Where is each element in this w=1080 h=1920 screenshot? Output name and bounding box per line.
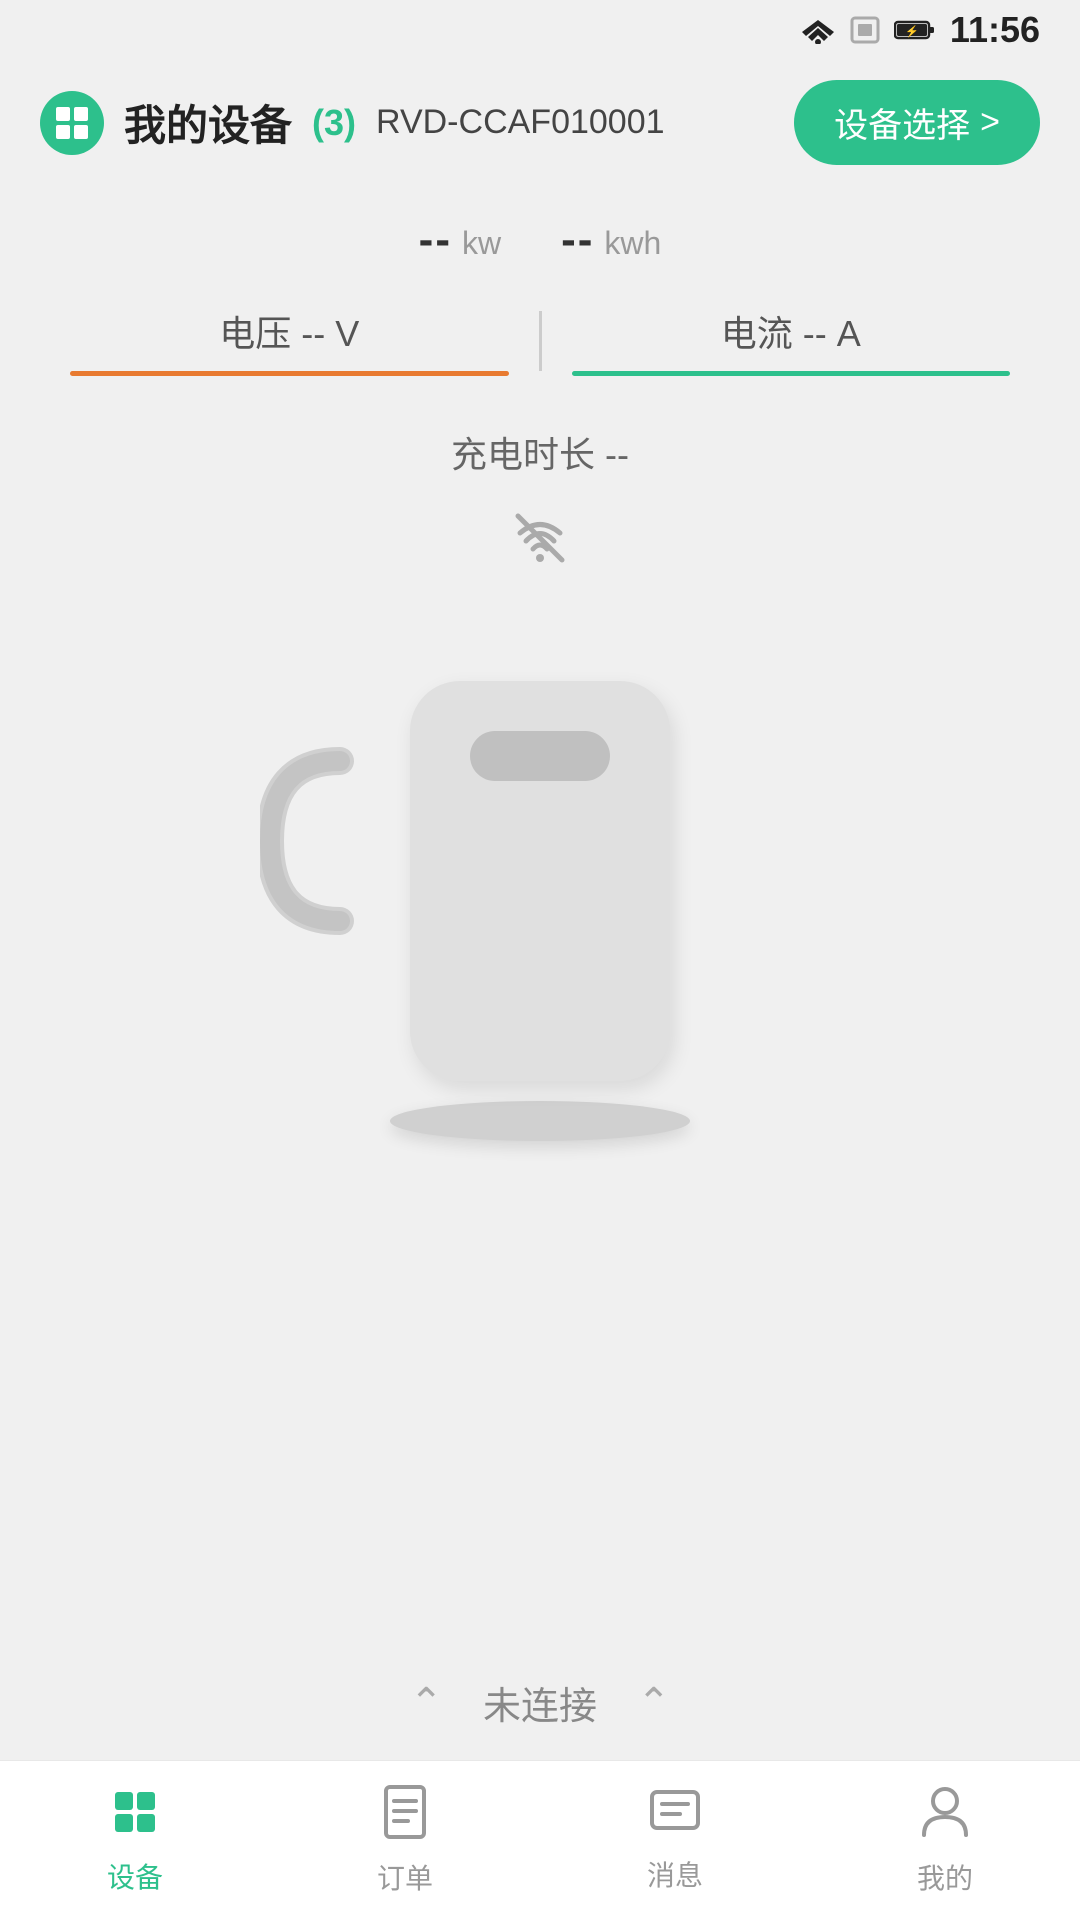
no-wifi-container [510, 508, 570, 581]
device-id: RVD-CCAF010001 [376, 103, 774, 142]
vc-row: 电压 -- V 电流 -- A [40, 305, 1040, 376]
bottom-nav: 设备 订单 消息 [0, 1760, 1080, 1920]
no-wifi-icon [510, 508, 570, 568]
status-time: 11:56 [950, 9, 1040, 51]
chevron-left-icon: ⌃ [409, 1683, 443, 1723]
charger-container [350, 641, 730, 1141]
device-nav-label: 设备 [107, 1856, 163, 1896]
charger-cable-svg [260, 741, 360, 941]
nav-item-device[interactable]: 设备 [0, 1770, 270, 1912]
power-row: -- kw -- kwh [419, 215, 662, 265]
charger-body [410, 681, 670, 1081]
voltage-item: 电压 -- V [40, 305, 539, 376]
battery-icon: ⚡ [894, 18, 936, 42]
voltage-label: 电压 -- V [219, 305, 359, 357]
message-icon-svg [648, 1788, 702, 1836]
current-item: 电流 -- A [542, 305, 1041, 376]
message-nav-icon [648, 1788, 702, 1844]
current-label: 电流 -- A [721, 305, 861, 357]
avatar-icon [52, 103, 92, 143]
power-kwh: -- kwh [561, 215, 661, 265]
power-kw-unit: kw [462, 225, 501, 262]
voltage-underline [70, 371, 509, 376]
power-kwh-value: -- [561, 215, 594, 265]
device-icon-svg [109, 1786, 161, 1838]
device-nav-icon [109, 1786, 161, 1846]
order-nav-icon [380, 1785, 430, 1847]
power-kw-value: -- [419, 215, 452, 265]
status-icons: ⚡ 11:56 [800, 9, 1040, 51]
avatar [40, 91, 104, 155]
main-content: -- kw -- kwh 电压 -- V 电流 -- A 充电时长 -- [0, 185, 1080, 1141]
order-nav-label: 订单 [377, 1857, 433, 1897]
charging-time: 充电时长 -- [451, 426, 629, 478]
device-count: (3) [312, 102, 356, 144]
svg-text:⚡: ⚡ [905, 25, 919, 38]
charger-handle [260, 741, 360, 941]
chevron-right-icon: ⌃ [637, 1683, 671, 1723]
connection-status-text: 未连接 [483, 1675, 597, 1730]
current-underline [572, 371, 1011, 376]
message-nav-label: 消息 [647, 1854, 703, 1894]
charger-illustration [350, 641, 730, 1121]
mine-nav-label: 我的 [917, 1857, 973, 1897]
status-bar: ⚡ 11:56 [0, 0, 1080, 60]
charger-screen [470, 731, 610, 781]
wifi-icon [800, 16, 836, 44]
header-title: 我的设备 [124, 92, 292, 153]
nav-item-order[interactable]: 订单 [270, 1769, 540, 1913]
power-kw: -- kw [419, 215, 501, 265]
header: 我的设备 (3) RVD-CCAF010001 设备选择 > [0, 60, 1080, 185]
order-icon-svg [380, 1785, 430, 1839]
nav-item-message[interactable]: 消息 [540, 1772, 810, 1910]
nav-item-mine[interactable]: 我的 [810, 1769, 1080, 1913]
mine-icon-svg [920, 1785, 970, 1839]
mine-nav-icon [920, 1785, 970, 1847]
connection-status: ⌃ 未连接 ⌃ [0, 1645, 1080, 1760]
sim-icon [850, 14, 880, 46]
device-select-button[interactable]: 设备选择 > [794, 80, 1040, 165]
power-kwh-unit: kwh [604, 225, 661, 262]
